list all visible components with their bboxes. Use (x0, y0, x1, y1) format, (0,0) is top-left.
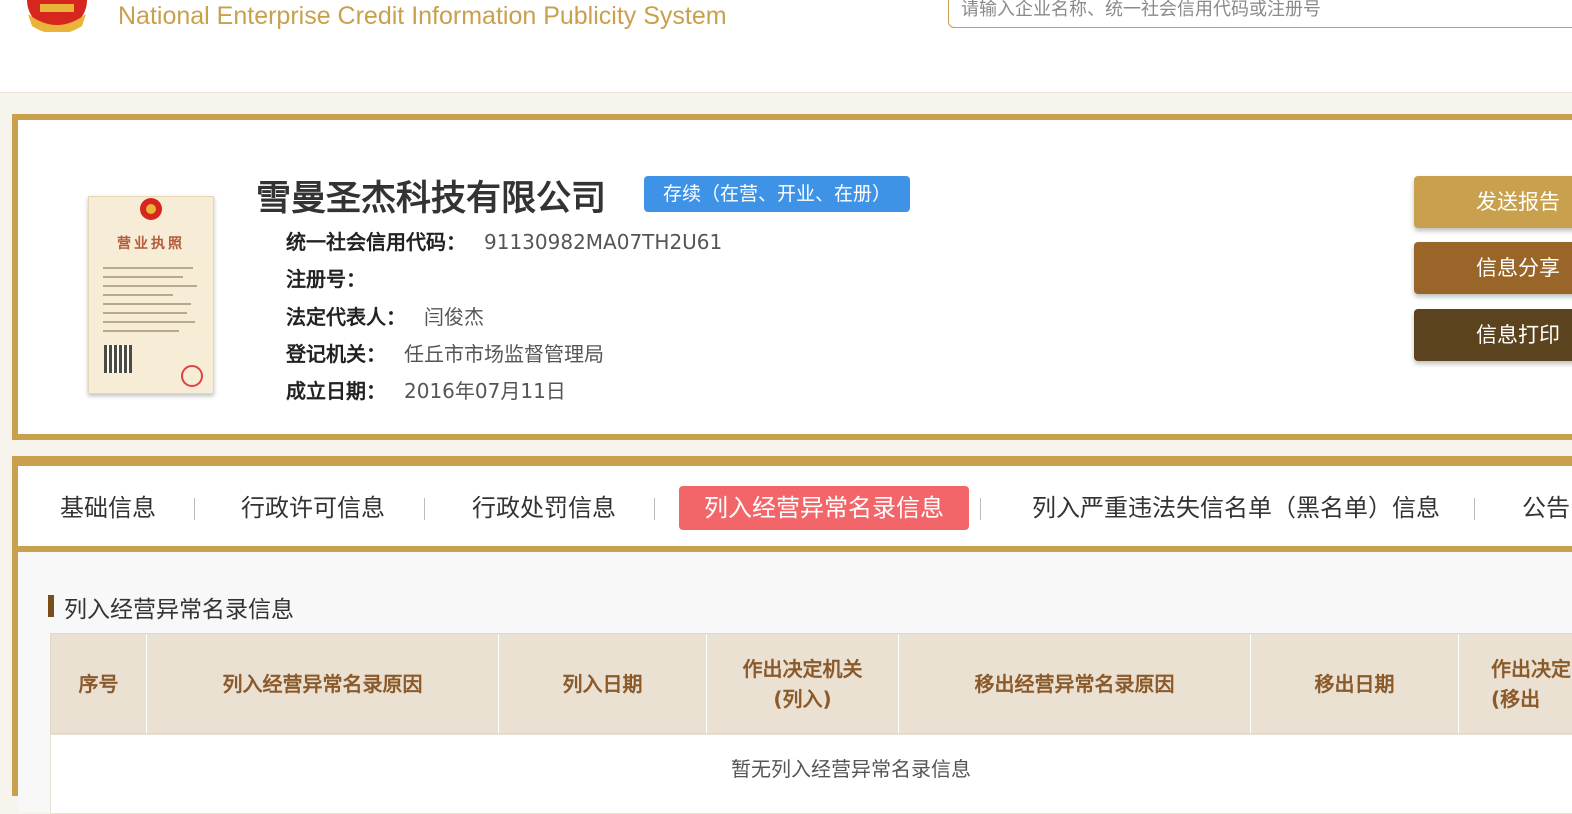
search-input[interactable] (959, 0, 1563, 29)
tab-announcement[interactable]: 公告 (1522, 486, 1572, 530)
authority-row: 登记机关： 任丘市市场监督管理局 (286, 338, 604, 367)
founded-label: 成立日期： (286, 379, 386, 403)
column-header-removal-authority: 作出决定 (移出 (1459, 634, 1572, 733)
site-header: National Enterprise Credit Information P… (0, 0, 1572, 93)
search-box[interactable] (948, 0, 1572, 29)
tab-divider (424, 498, 425, 520)
tab-admin-license[interactable]: 行政许可信息 (240, 486, 386, 530)
status-badge: 存续（在营、开业、在册） (644, 176, 910, 212)
founded-value: 2016年07月11日 (404, 379, 566, 403)
legal-rep-label: 法定代表人： (286, 305, 406, 329)
license-emblem-icon (140, 198, 162, 220)
column-header-index: 序号 (51, 634, 147, 733)
reg-no-row: 注册号： (286, 263, 384, 292)
legal-rep-row: 法定代表人： 闫俊杰 (286, 301, 484, 330)
print-info-button[interactable]: 信息打印 (1414, 309, 1572, 361)
license-text-lines (103, 267, 197, 339)
founded-row: 成立日期： 2016年07月11日 (286, 375, 566, 404)
authority-value: 任丘市市场监督管理局 (404, 342, 604, 366)
credit-code-row: 统一社会信用代码： 91130982MA07TH2U61 (286, 226, 722, 255)
table-header: 序号 列入经营异常名录原因 列入日期 作出决定机关 (列入) 移出经营异常名录原… (50, 633, 1572, 734)
column-header-removal-authority-line2: (移出 (1491, 686, 1541, 711)
tab-divider (654, 498, 655, 520)
table-body: 暂无列入经营异常名录信息 (50, 734, 1572, 814)
column-header-listing-authority: 作出决定机关 (列入) (707, 634, 899, 733)
tab-blacklist[interactable]: 列入严重违法失信名单（黑名单）信息 (1026, 486, 1446, 530)
business-license-image[interactable]: 营业执照 (88, 196, 214, 394)
qr-code-icon (104, 345, 132, 373)
tab-basic-info[interactable]: 基础信息 (58, 486, 158, 530)
tab-admin-penalty[interactable]: 行政处罚信息 (470, 486, 618, 530)
credit-code-label: 统一社会信用代码： (286, 230, 466, 254)
reg-no-label: 注册号： (286, 267, 366, 291)
column-header-listing-reason: 列入经营异常名录原因 (147, 634, 499, 733)
column-header-removal-reason: 移出经营异常名录原因 (899, 634, 1251, 733)
column-header-listing-date: 列入日期 (499, 634, 707, 733)
column-header-removal-authority-line1: 作出决定 (1491, 656, 1571, 681)
share-info-button[interactable]: 信息分享 (1414, 242, 1572, 294)
authority-label: 登记机关： (286, 342, 386, 366)
seal-icon (181, 365, 203, 387)
send-report-button[interactable]: 发送报告 (1414, 176, 1572, 228)
tab-content: 列入经营异常名录信息 序号 列入经营异常名录原因 列入日期 作出决定机关 (列入… (18, 552, 1572, 814)
tab-bar: 基础信息 行政许可信息 行政处罚信息 列入经营异常名录信息 列入严重违法失信名单… (18, 466, 1572, 552)
national-emblem-icon (27, 0, 87, 32)
section-title: 列入经营异常名录信息 (64, 597, 294, 623)
section-marker (48, 595, 54, 617)
records-card: 基础信息 行政许可信息 行政处罚信息 列入经营异常名录信息 列入严重违法失信名单… (12, 456, 1572, 814)
tab-divider (194, 498, 195, 520)
column-header-removal-date: 移出日期 (1251, 634, 1459, 733)
empty-message: 暂无列入经营异常名录信息 (731, 757, 971, 781)
tab-divider (1474, 498, 1475, 520)
company-name: 雪曼圣杰科技有限公司 (256, 179, 607, 219)
credit-code-value: 91130982MA07TH2U61 (484, 230, 723, 254)
license-title: 营业执照 (117, 236, 185, 252)
legal-rep-value: 闫俊杰 (424, 305, 484, 329)
tab-abnormal-operation[interactable]: 列入经营异常名录信息 (679, 486, 969, 530)
column-header-listing-authority-line1: 作出决定机关 (742, 656, 863, 681)
column-header-listing-authority-line2: (列入) (773, 686, 832, 711)
company-card: 营业执照 雪曼圣杰科技有限公司 存续（在营、开业、在册） 统一社会信用代码： 91… (12, 114, 1572, 440)
site-title: National Enterprise Credit Information P… (118, 2, 727, 30)
tab-divider (980, 498, 981, 520)
